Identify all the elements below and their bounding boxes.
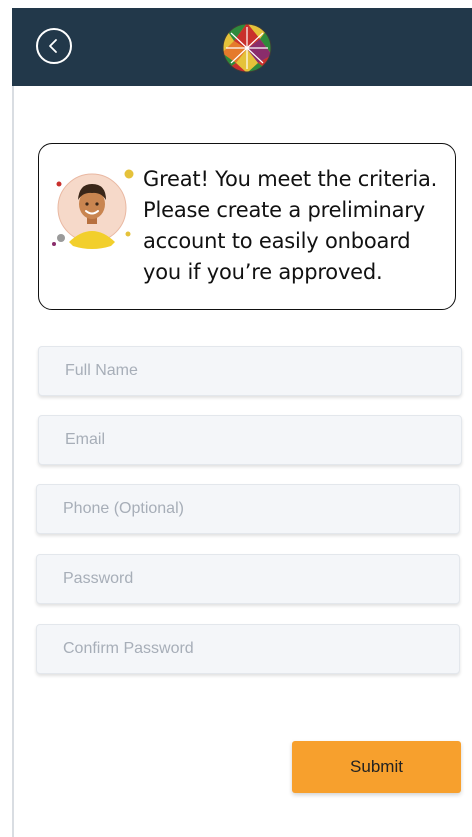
phone-input[interactable] xyxy=(61,499,459,519)
email-field[interactable] xyxy=(38,415,462,465)
confirm-password-input[interactable] xyxy=(61,639,459,659)
person-avatar-icon xyxy=(52,169,134,249)
full-name-input[interactable] xyxy=(63,361,461,381)
full-name-field[interactable] xyxy=(38,346,462,396)
criteria-message-text: Great! You meet the criteria. Please cre… xyxy=(143,167,438,284)
top-bar xyxy=(12,8,472,86)
criteria-message-card: Great! You meet the criteria. Please cre… xyxy=(38,143,456,310)
confirm-password-field[interactable] xyxy=(36,624,460,674)
password-field[interactable] xyxy=(36,554,460,604)
submit-button[interactable]: Submit xyxy=(292,741,461,793)
email-input[interactable] xyxy=(63,430,461,450)
globe-logo-icon xyxy=(222,23,272,73)
back-button[interactable] xyxy=(36,28,72,64)
chevron-left-icon xyxy=(49,39,57,53)
password-input[interactable] xyxy=(61,569,459,589)
phone-field[interactable] xyxy=(36,484,460,534)
